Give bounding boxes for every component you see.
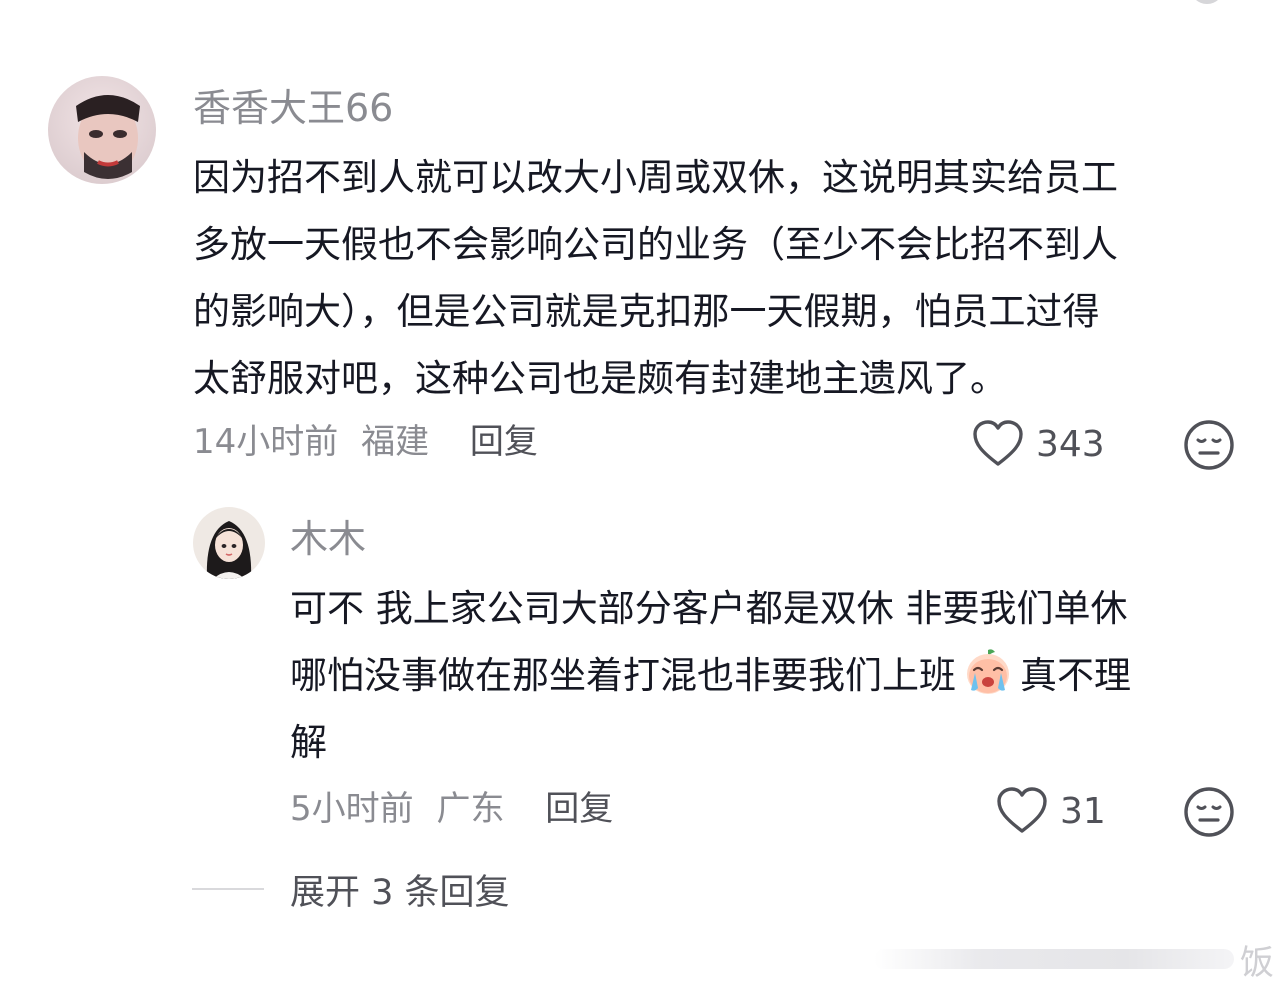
comment-line-text: 哪怕没事做在那坐着打混也非要我们上班 [290,654,956,697]
avatar[interactable] [48,76,156,184]
watermark-text: 饭 [1240,942,1274,983]
heart-outline-icon [973,420,1023,466]
comment-meta: 5小时前 广东 回复 [290,787,613,831]
watermark: 饭 [864,935,1274,983]
divider-line [192,888,264,890]
comment-location: 福建 [361,422,430,462]
comment-line: 多放一天假也不会影响公司的业务（至少不会比招不到人 [193,223,1118,266]
comment-username[interactable]: 香香大王66 [193,83,393,133]
like-count: 31 [1060,790,1106,832]
reply-button[interactable]: 回复 [545,789,613,829]
comment-line: 因为招不到人就可以改大小周或双休，这说明其实给员工 [193,156,1118,199]
like-button[interactable]: 343 [972,416,1105,472]
comment-body: 可不 我上家公司大部分客户都是双休 非要我们单休 哪怕没事做在那坐着打混也非要我… [290,575,1250,776]
comment-time: 14小时前 [193,422,339,462]
comment-line: 可不 我上家公司大部分客户都是双休 非要我们单休 [290,587,1128,630]
comment-line: 解 [290,721,327,764]
avatar[interactable] [193,507,265,579]
comment-line: 哪怕没事做在那坐着打混也非要我们上班 真不理 [290,642,1250,709]
like-count: 343 [1036,423,1105,465]
expand-replies-button[interactable]: 展开 3 条回复 [192,866,510,913]
watermark-bar [874,949,1234,969]
comment-line: 太舒服对吧，这种公司也是颇有封建地主遗风了。 [193,357,1007,400]
meh-face-icon [1184,420,1234,470]
top-icon-remnant [1190,0,1224,4]
comment-time: 5小时前 [290,789,414,829]
dislike-button[interactable] [1183,786,1235,838]
comment-username[interactable]: 木木 [290,514,366,564]
comment-line-text: 真不理 [1020,654,1131,697]
dislike-button[interactable] [1183,419,1235,471]
crying-peach-emoji [967,649,1009,694]
comment-location: 广东 [436,789,505,829]
comment-line: 的影响大），但是公司就是克扣那一天假期，怕员工过得 [193,290,1100,333]
reply-button[interactable]: 回复 [470,422,538,462]
expand-replies-label: 展开 3 条回复 [290,872,510,913]
like-button[interactable]: 31 [996,783,1106,839]
comment-meta: 14小时前 福建 回复 [193,420,538,464]
heart-outline-icon [997,787,1047,833]
comment-body: 因为招不到人就可以改大小周或双休，这说明其实给员工 多放一天假也不会影响公司的业… [193,144,1253,412]
meh-face-icon [1184,787,1234,837]
